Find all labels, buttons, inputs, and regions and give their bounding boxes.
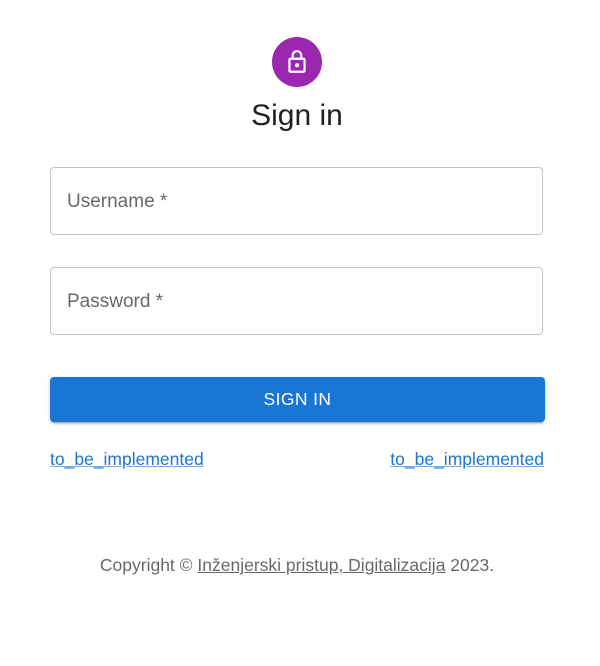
sign-in-button[interactable]: SIGN IN [50,377,545,422]
username-input[interactable] [51,168,542,234]
password-field[interactable]: Password * [50,267,543,335]
copyright: Copyright © Inženjerski pristup, Digital… [0,555,594,575]
lock-icon [284,49,310,75]
right-link[interactable]: to_be_implemented [390,449,544,469]
copyright-prefix: Copyright © [99,555,198,575]
page-title: Sign in [251,99,343,132]
copyright-suffix: 2023. [445,555,495,575]
password-input[interactable] [51,268,542,334]
username-field[interactable]: Username * [50,167,543,235]
copyright-link[interactable]: Inženjerski pristup, Digitalizacija [197,555,445,575]
left-link[interactable]: to_be_implemented [50,449,204,469]
avatar [272,37,322,87]
